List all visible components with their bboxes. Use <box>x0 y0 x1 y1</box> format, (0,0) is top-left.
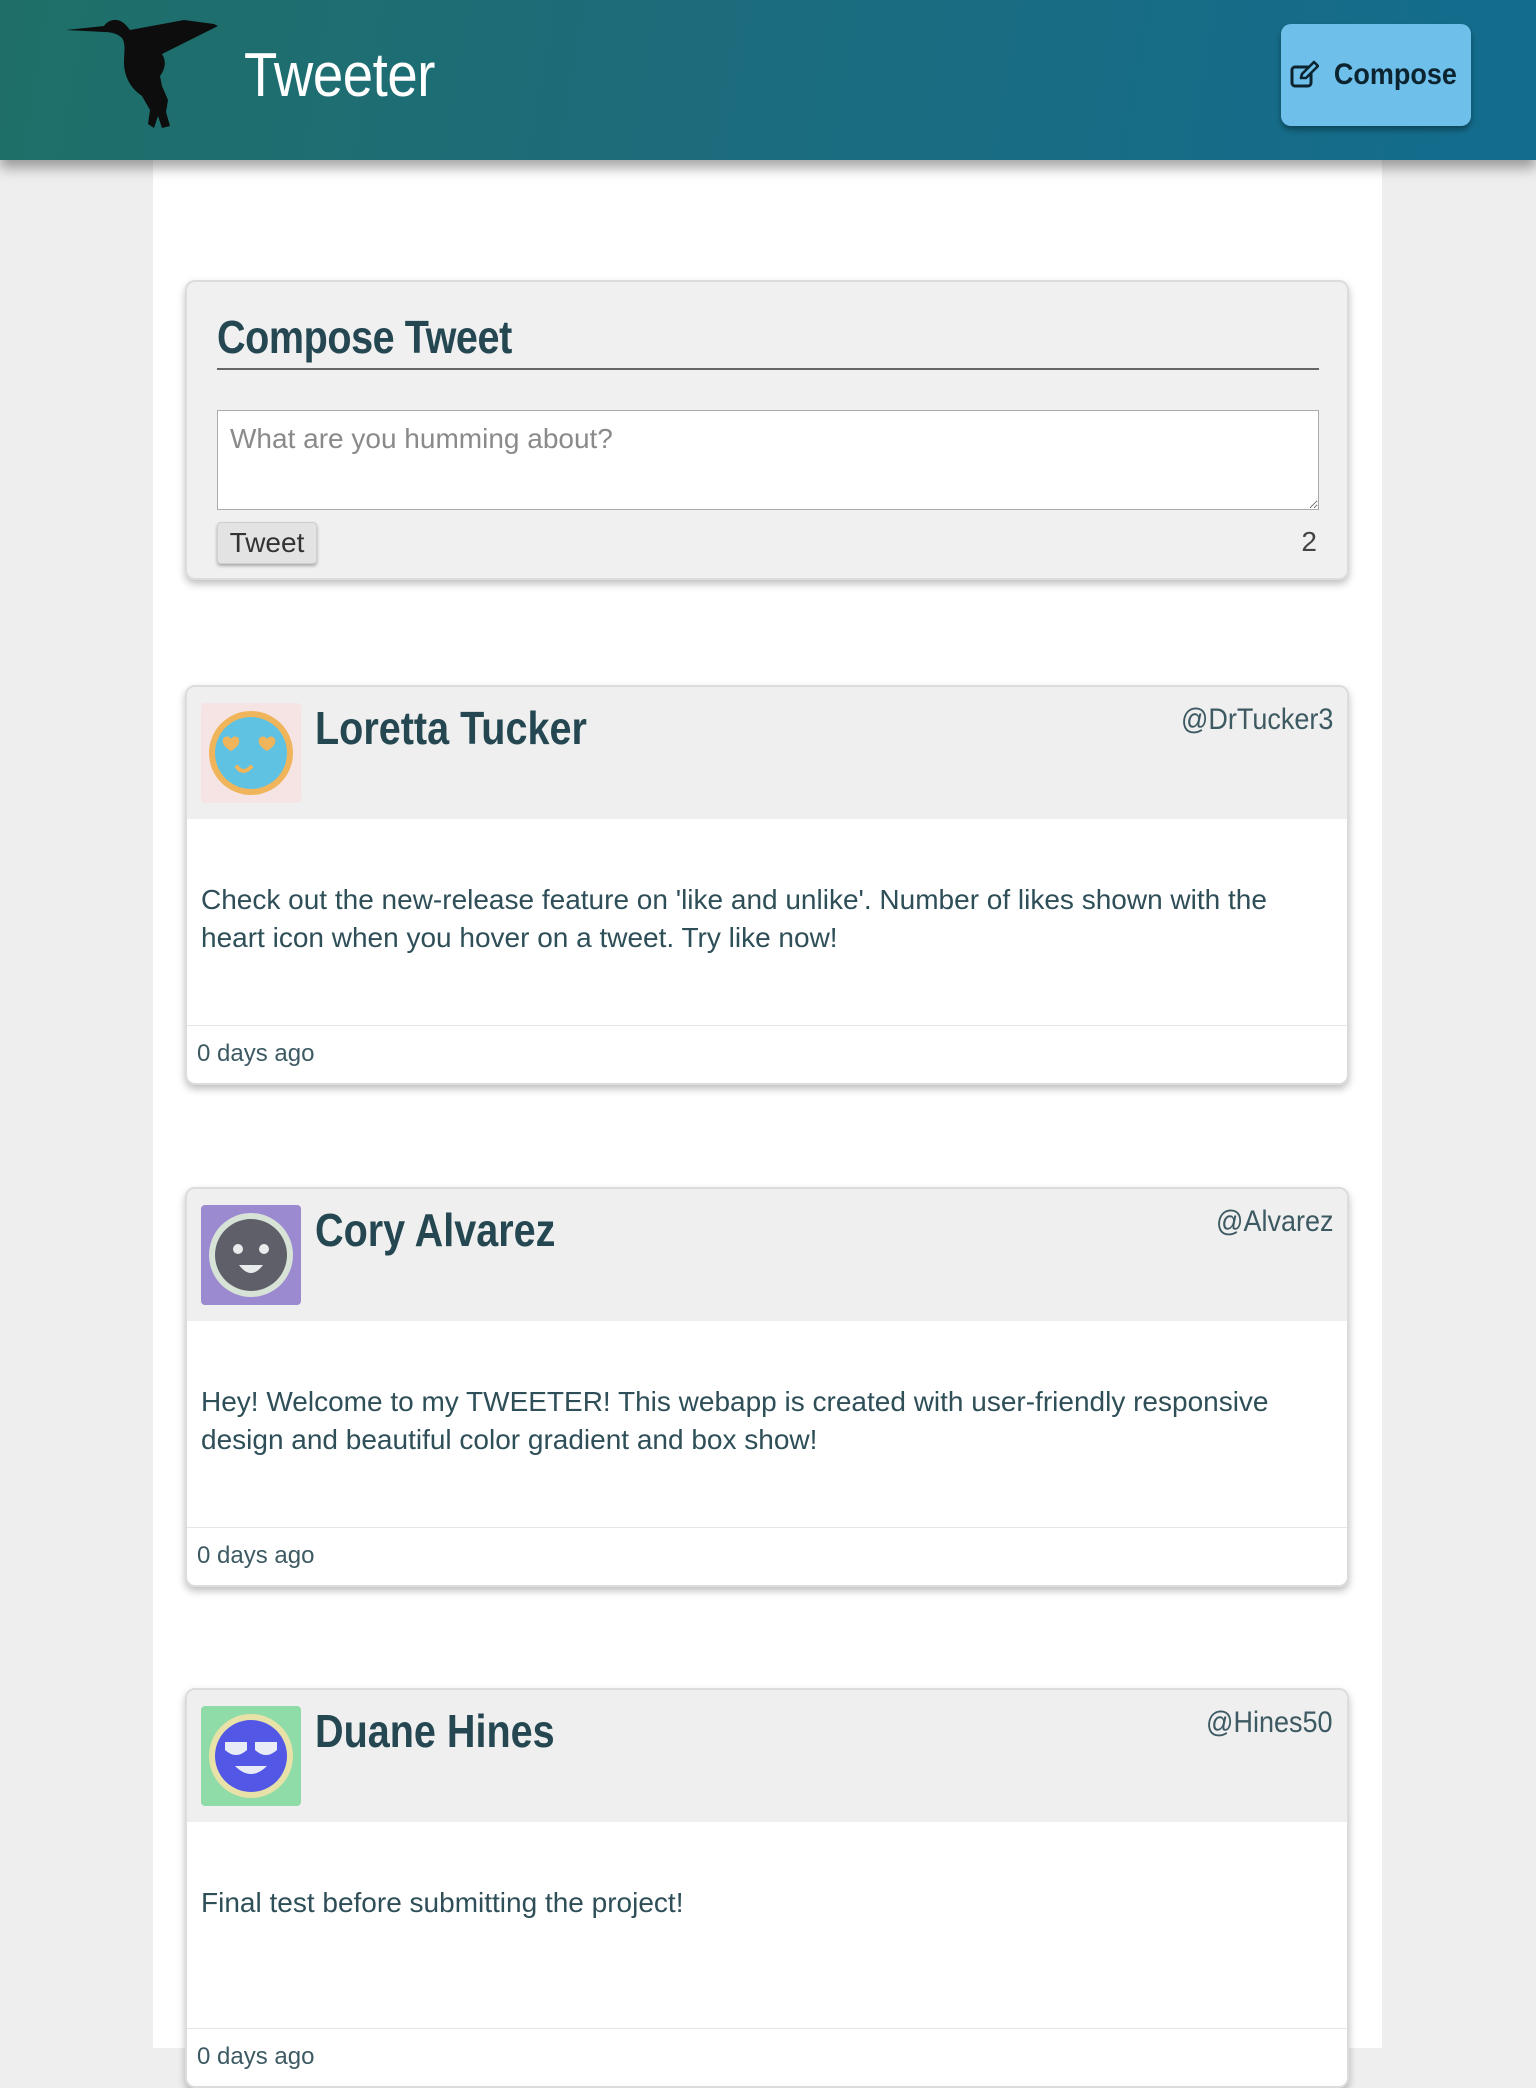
tweet-footer: 0 days ago <box>187 2028 1347 2086</box>
hummingbird-icon <box>66 19 218 129</box>
tweet-footer: 0 days ago <box>187 1527 1347 1585</box>
character-counter: 2 <box>1301 526 1317 557</box>
tweet-author-handle: @Hines50 <box>1206 1706 1333 1739</box>
avatar <box>201 703 301 803</box>
tweet-header: Duane Hines @Hines50 <box>187 1690 1347 1822</box>
tweet-timestamp: 0 days ago <box>197 1542 315 1569</box>
avatar <box>201 1205 301 1305</box>
tweet-timestamp: 0 days ago <box>197 2043 315 2070</box>
tweet-author-name: Loretta Tucker <box>315 702 587 754</box>
tweet-content: Check out the new-release feature on 'li… <box>201 884 1267 953</box>
tweet-author-name: Cory Alvarez <box>315 1204 556 1256</box>
tweet-author-handle: @DrTucker3 <box>1180 703 1333 736</box>
top-nav: Tweeter Compose <box>0 0 1536 160</box>
tweet-input[interactable] <box>217 410 1319 510</box>
app-brand[interactable]: Tweeter <box>244 40 435 111</box>
compose-button[interactable]: Compose <box>1281 24 1471 126</box>
tweet-submit-button[interactable]: Tweet <box>217 522 317 564</box>
tweet-author-name: Duane Hines <box>315 1705 555 1757</box>
tweet-card[interactable]: Cory Alvarez @Alvarez Hey! Welcome to my… <box>185 1187 1349 1587</box>
tweet-content: Final test before submitting the project… <box>201 1887 684 1918</box>
tweet-header: Loretta Tucker @DrTucker3 <box>187 687 1347 819</box>
main-container: Compose Tweet Tweet 2 Loretta Tucker @Dr… <box>153 160 1382 2088</box>
tweet-header: Cory Alvarez @Alvarez <box>187 1189 1347 1321</box>
tweet-footer: 0 days ago <box>187 1025 1347 1083</box>
tweet-author-handle: @Alvarez <box>1215 1205 1333 1238</box>
tweet-card[interactable]: Loretta Tucker @DrTucker3 Check out the … <box>185 685 1349 1085</box>
edit-icon <box>1290 60 1319 88</box>
compose-tweet-section: Compose Tweet Tweet 2 <box>185 280 1349 580</box>
avatar <box>201 1706 301 1806</box>
tweet-card[interactable]: Duane Hines @Hines50 Final test before s… <box>185 1688 1349 2088</box>
compose-heading: Compose Tweet <box>217 310 1319 370</box>
tweet-content: Hey! Welcome to my TWEETER! This webapp … <box>201 1386 1269 1455</box>
tweet-timestamp: 0 days ago <box>197 1040 315 1067</box>
compose-button-label: Compose <box>1333 58 1457 91</box>
